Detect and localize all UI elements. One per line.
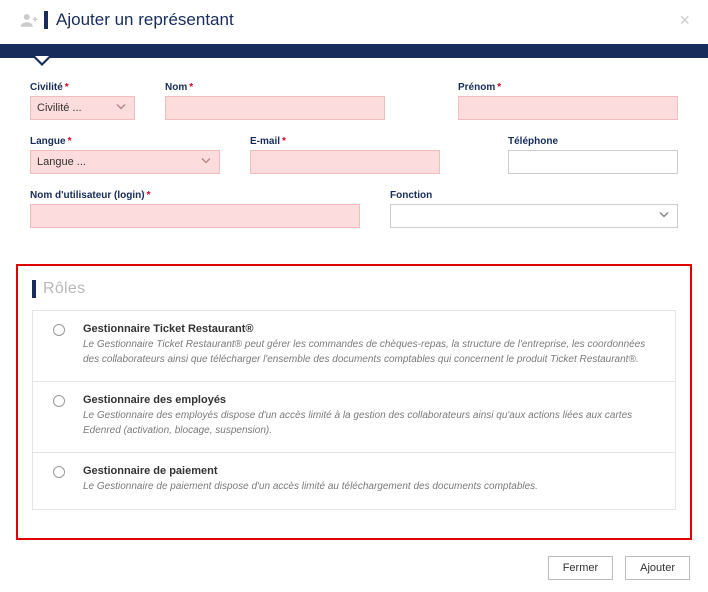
chevron-down-icon: [116, 102, 126, 115]
field-civilite: Civilité* Civilité ...: [30, 82, 135, 120]
role-title: Gestionnaire de paiement: [83, 465, 659, 477]
radio-icon: [53, 466, 65, 478]
radio-icon: [53, 324, 65, 336]
label-nom: Nom*: [165, 82, 385, 93]
submit-button[interactable]: Ajouter: [625, 556, 690, 580]
close-button[interactable]: Fermer: [548, 556, 613, 580]
header-bar: [44, 11, 48, 29]
input-email[interactable]: [250, 150, 440, 174]
input-login[interactable]: [30, 204, 360, 228]
label-prenom: Prénom*: [458, 82, 678, 93]
input-prenom[interactable]: [458, 96, 678, 120]
roles-list: Gestionnaire Ticket Restaurant® Le Gesti…: [32, 310, 676, 510]
field-telephone: Téléphone: [508, 136, 678, 174]
field-nom: Nom*: [165, 82, 385, 120]
radio-icon: [53, 395, 65, 407]
heading-bar: [32, 280, 36, 298]
chevron-down-icon: [659, 210, 669, 223]
label-telephone: Téléphone: [508, 136, 678, 147]
label-login: Nom d'utilisateur (login)*: [30, 190, 360, 201]
chevron-down-icon: [201, 156, 211, 169]
label-civilite: Civilité*: [30, 82, 135, 93]
modal-footer: Fermer Ajouter: [0, 550, 708, 592]
role-title: Gestionnaire Ticket Restaurant®: [83, 323, 659, 335]
field-prenom: Prénom*: [458, 82, 678, 120]
select-civilite[interactable]: Civilité ...: [30, 96, 135, 120]
role-desc: Le Gestionnaire Ticket Restaurant® peut …: [83, 338, 659, 367]
role-desc: Le Gestionnaire de paiement dispose d'un…: [83, 480, 659, 495]
modal-add-representative: Ajouter un représentant × Civilité* Civi…: [0, 0, 708, 592]
roles-title: Rôles: [43, 280, 85, 298]
form-area: Civilité* Civilité ... Nom* Prénom* Lang…: [0, 58, 708, 254]
input-telephone[interactable]: [508, 150, 678, 174]
select-fonction[interactable]: [390, 204, 678, 228]
progress-band: [0, 44, 708, 58]
roles-section: Rôles Gestionnaire Ticket Restaurant® Le…: [16, 264, 692, 540]
modal-header: Ajouter un représentant ×: [0, 0, 708, 38]
field-fonction: Fonction: [390, 190, 678, 228]
role-title: Gestionnaire des employés: [83, 394, 659, 406]
field-email: E-mail*: [250, 136, 440, 174]
field-login: Nom d'utilisateur (login)*: [30, 190, 360, 228]
label-email: E-mail*: [250, 136, 440, 147]
select-langue[interactable]: Langue ...: [30, 150, 220, 174]
role-desc: Le Gestionnaire des employés dispose d'u…: [83, 409, 659, 438]
role-option[interactable]: Gestionnaire des employés Le Gestionnair…: [33, 382, 675, 453]
label-langue: Langue*: [30, 136, 220, 147]
label-fonction: Fonction: [390, 190, 678, 201]
role-option[interactable]: Gestionnaire Ticket Restaurant® Le Gesti…: [33, 311, 675, 382]
input-nom[interactable]: [165, 96, 385, 120]
close-icon[interactable]: ×: [679, 10, 690, 31]
role-option[interactable]: Gestionnaire de paiement Le Gestionnaire…: [33, 453, 675, 509]
field-langue: Langue* Langue ...: [30, 136, 220, 174]
modal-title: Ajouter un représentant: [56, 10, 234, 30]
roles-heading: Rôles: [32, 280, 676, 298]
add-user-icon: [20, 12, 38, 28]
